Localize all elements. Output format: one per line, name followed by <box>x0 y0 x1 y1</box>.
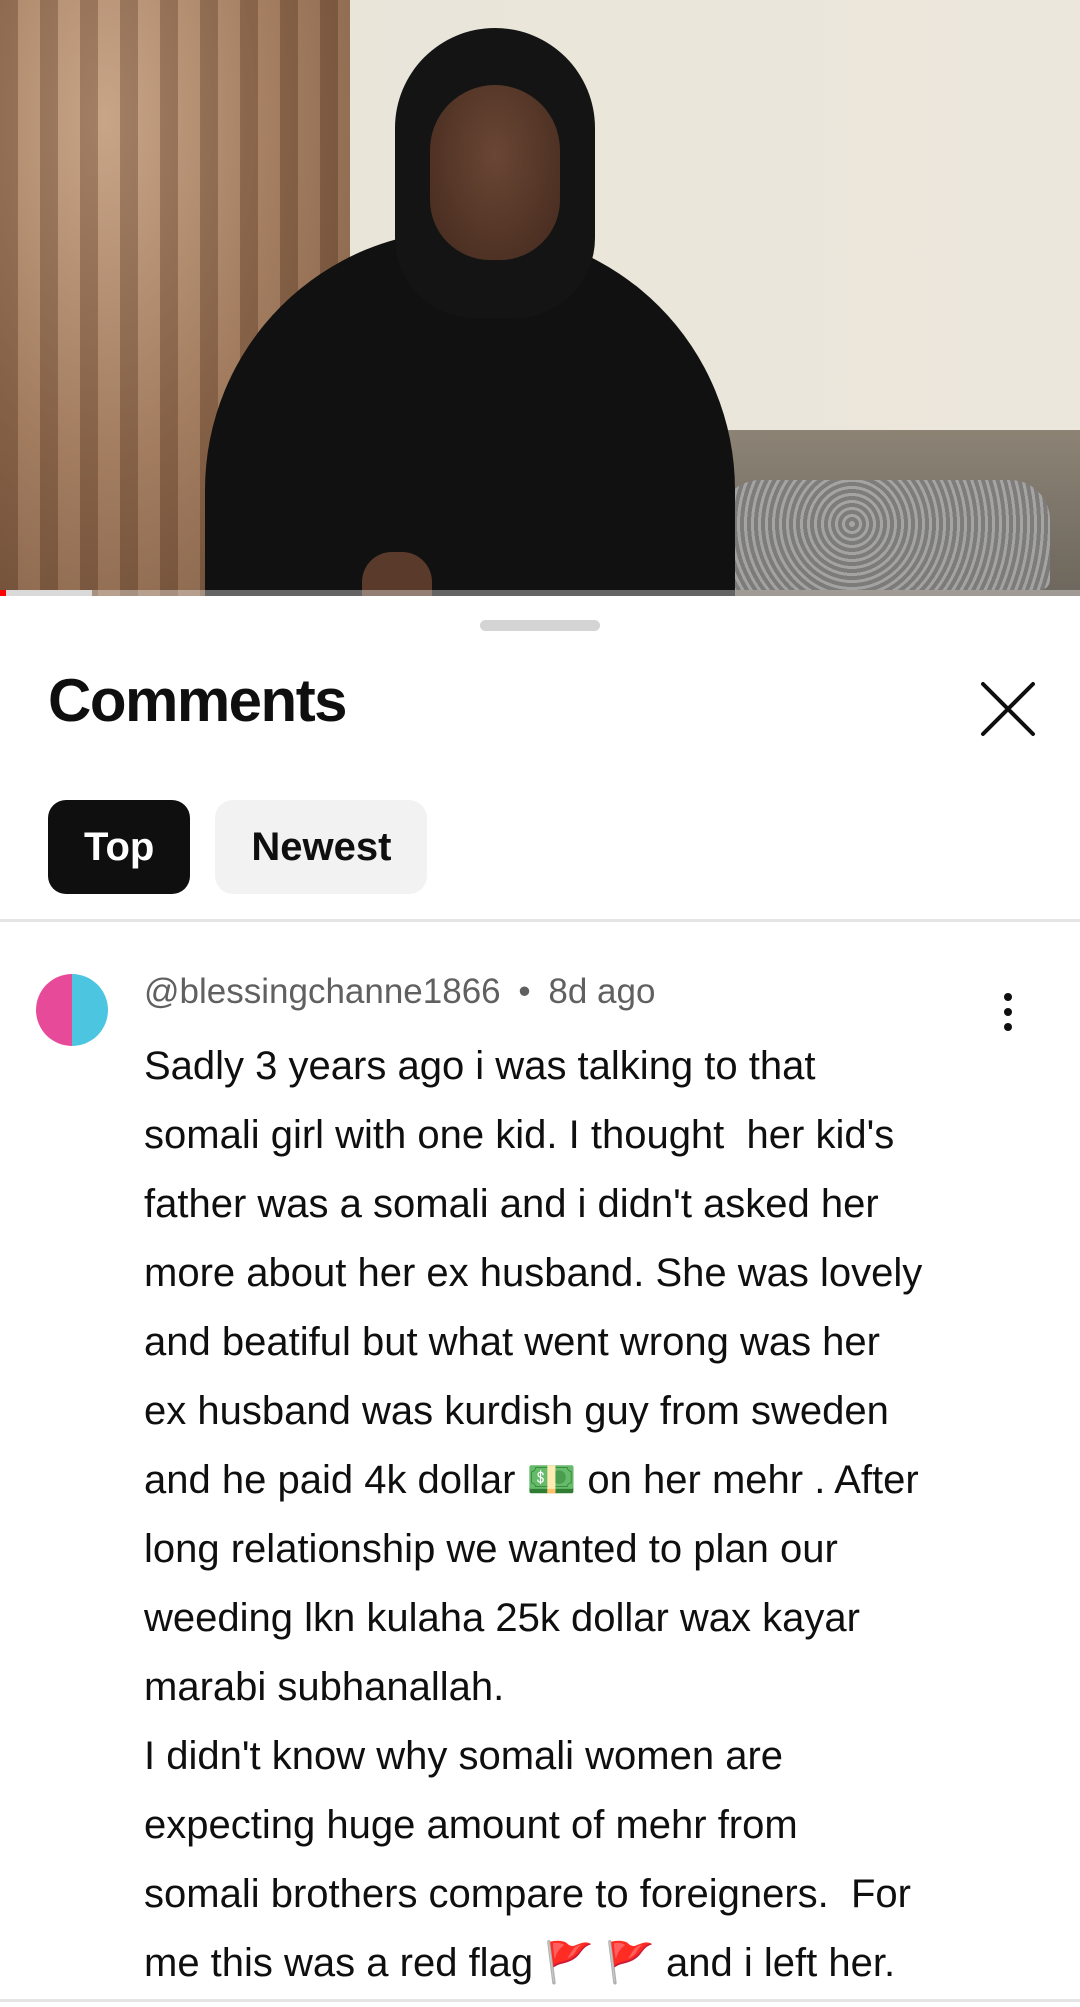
tab-top[interactable]: Top <box>48 800 191 894</box>
sort-chips: Top Newest <box>48 800 428 894</box>
video-progress-played <box>0 590 6 596</box>
divider <box>0 919 1080 922</box>
meta-separator: • <box>518 972 531 1011</box>
comment-text: Sadly 3 years ago i was talking to that … <box>144 1044 923 1985</box>
comments-title: Comments <box>48 667 348 734</box>
bottom-divider <box>0 1999 1080 2002</box>
comment-author[interactable]: @blessingchanne1866 <box>144 972 501 1011</box>
close-button[interactable] <box>970 671 1046 747</box>
video-frame-face <box>430 85 560 260</box>
comment-meta: @blessingchanne1866 • 8d ago <box>144 972 655 1012</box>
more-vert-icon <box>1004 993 1012 1031</box>
video-player[interactable] <box>0 0 1080 596</box>
comments-sheet: Comments Top Newest @blessingchanne1866 … <box>0 596 1080 2007</box>
close-icon <box>981 682 1035 736</box>
tab-newest[interactable]: Newest <box>215 800 428 894</box>
drag-handle[interactable] <box>480 620 600 631</box>
avatar[interactable] <box>36 974 108 1046</box>
video-frame-pillow <box>720 480 1050 590</box>
comment-time: 8d ago <box>548 972 656 1011</box>
